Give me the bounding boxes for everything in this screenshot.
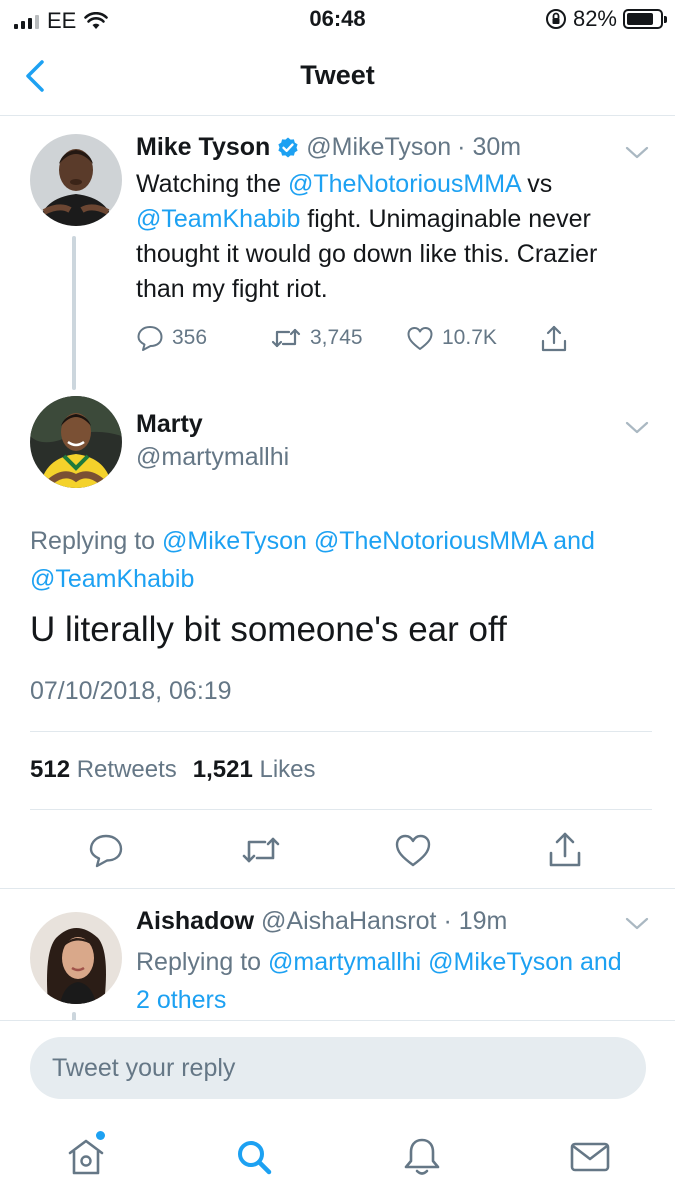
notification-dot xyxy=(96,1131,105,1140)
tweet-actions: 356 3,745 10.7K xyxy=(136,324,596,360)
orientation-lock-icon xyxy=(545,9,566,29)
retweet-button[interactable]: 3,745 xyxy=(270,324,363,352)
chevron-down-icon[interactable] xyxy=(624,420,650,436)
tweet-time: · 30m xyxy=(457,133,522,161)
retweet-count: 3,745 xyxy=(310,326,363,349)
divider xyxy=(30,809,652,810)
mention-link[interactable]: @TeamKhabib xyxy=(136,205,300,233)
retweet-icon[interactable] xyxy=(240,830,282,870)
battery-percent: 82% xyxy=(572,6,617,31)
share-icon xyxy=(541,325,567,352)
search-icon[interactable] xyxy=(232,1135,276,1179)
mention-link[interactable]: @TheNotoriousMMA xyxy=(288,170,520,198)
page-title: Tweet xyxy=(300,60,375,90)
tweet-text: U literally bit someone's ear off xyxy=(30,610,507,649)
replying-to: Replying to @martymallhi @MikeTyson and … xyxy=(136,948,622,1014)
reply-count: 356 xyxy=(172,326,208,349)
nav-bar: Tweet xyxy=(0,40,675,116)
status-bar: EE 06:48 82% xyxy=(0,0,675,40)
mail-icon[interactable] xyxy=(568,1135,612,1179)
retweets-stat[interactable]: 512 Retweets xyxy=(30,756,177,784)
replying-to: Replying to @MikeTyson @TheNotoriousMMA … xyxy=(30,527,595,593)
reply-icon xyxy=(137,326,163,351)
home-icon[interactable] xyxy=(64,1135,108,1179)
author-handle[interactable]: @AishaHansrot xyxy=(261,907,436,935)
author-name[interactable]: Marty xyxy=(136,410,203,439)
tweet-datetime: 07/10/2018, 06:19 xyxy=(30,677,232,705)
reply-icon[interactable] xyxy=(88,830,124,870)
author-name[interactable]: Mike Tyson xyxy=(136,133,270,162)
battery-icon xyxy=(623,9,667,29)
avatar-marty[interactable] xyxy=(30,396,122,488)
share-button[interactable] xyxy=(540,324,568,354)
like-button[interactable]: 10.7K xyxy=(406,324,497,352)
divider xyxy=(30,731,652,732)
reply-button[interactable]: 356 xyxy=(136,324,207,352)
avatar-aishadow[interactable] xyxy=(30,912,122,1004)
tweet-text: Watching the @TheNotoriousMMA vs @TeamKh… xyxy=(136,170,598,303)
thread-line xyxy=(72,236,76,390)
tweet-time: · 19m xyxy=(443,907,508,935)
likes-stat[interactable]: 1,521 Likes xyxy=(193,756,316,784)
like-count: 10.7K xyxy=(442,326,497,349)
tweet-stats: 512 Retweets 1,521 Likes xyxy=(30,756,316,784)
chevron-down-icon[interactable] xyxy=(624,916,650,932)
reply-bar xyxy=(0,1020,675,1115)
divider xyxy=(0,888,675,889)
reply-input[interactable] xyxy=(30,1037,646,1099)
retweet-icon xyxy=(271,328,301,348)
share-icon[interactable] xyxy=(547,830,583,870)
main-tweet-actions xyxy=(0,830,675,874)
heart-icon[interactable] xyxy=(394,830,432,870)
author-handle[interactable]: @MikeTyson xyxy=(306,133,451,162)
verified-badge-icon xyxy=(278,137,298,157)
bell-icon[interactable] xyxy=(400,1135,444,1179)
chevron-down-icon[interactable] xyxy=(624,145,650,161)
avatar-mike-tyson[interactable] xyxy=(30,134,122,226)
heart-icon xyxy=(407,327,433,350)
author-name[interactable]: Aishadow xyxy=(136,907,254,935)
author-handle[interactable]: @martymallhi xyxy=(136,443,289,472)
tab-bar xyxy=(0,1115,675,1200)
